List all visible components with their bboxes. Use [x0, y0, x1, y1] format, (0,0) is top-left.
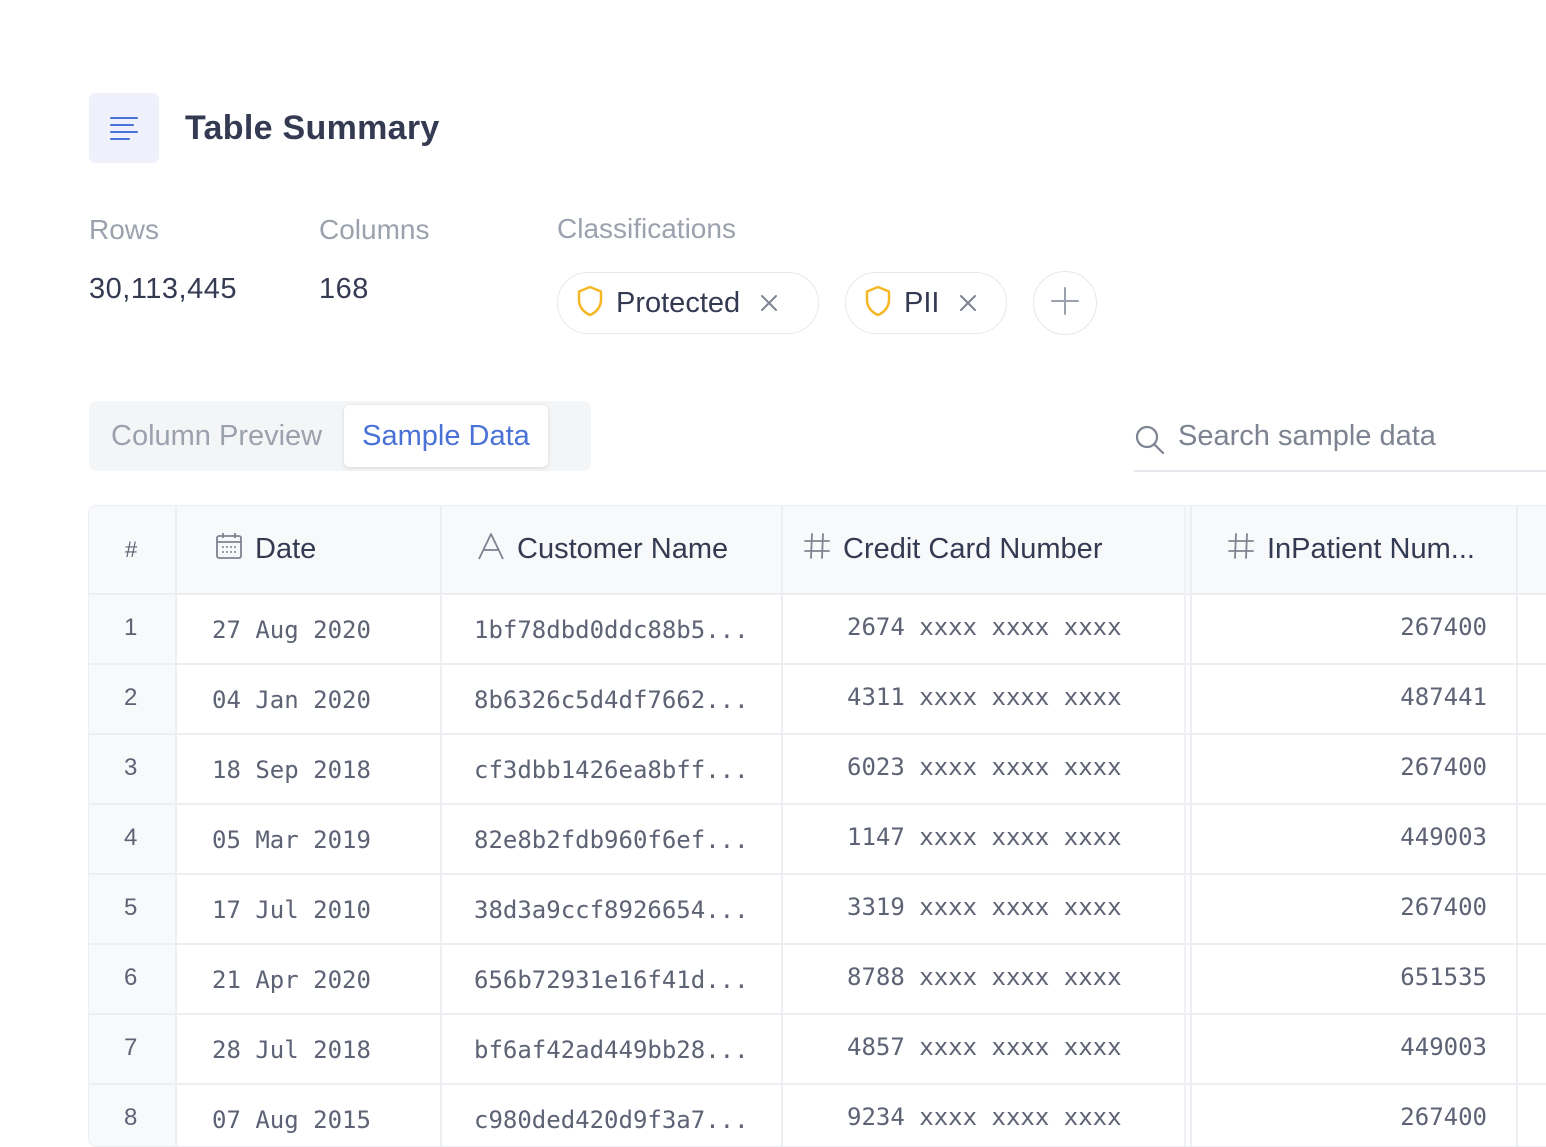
- column-header-inpatient-number[interactable]: InPatient Num...: [1227, 506, 1475, 593]
- customer-name-cell: 38d3a9ccf8926654...: [474, 896, 749, 924]
- sample-data-table: # Date Customer Name Credit Card Number …: [88, 505, 1546, 1147]
- column-divider: [1184, 506, 1186, 1146]
- search-icon: [1134, 424, 1166, 461]
- columns-stat: Columns 168: [319, 214, 429, 306]
- row-number: 8: [124, 1104, 138, 1131]
- inpatient-number-cell: 267400: [1400, 613, 1487, 641]
- credit-card-cell: 1147 xxxx xxxx xxxx: [847, 823, 1122, 851]
- row-number: 1: [124, 614, 138, 641]
- customer-name-cell: 8b6326c5d4df7662...: [474, 686, 749, 714]
- close-icon[interactable]: [760, 294, 778, 312]
- shield-icon: [576, 285, 604, 322]
- chip-label: PII: [904, 286, 940, 319]
- row-number: 7: [124, 1034, 138, 1061]
- row-number: 4: [124, 824, 138, 851]
- column-header-credit-card-number[interactable]: Credit Card Number: [803, 506, 1102, 593]
- add-classification-button[interactable]: [1033, 271, 1097, 335]
- column-header-date[interactable]: Date: [215, 506, 316, 593]
- columns-value: 168: [319, 273, 369, 305]
- date-cell: 21 Apr 2020: [212, 966, 371, 994]
- text-lines-icon: [89, 93, 159, 163]
- classification-chip-pii[interactable]: PII: [845, 272, 1007, 334]
- credit-card-cell: 6023 xxxx xxxx xxxx: [847, 753, 1122, 781]
- credit-card-cell: 4857 xxxx xxxx xxxx: [847, 1033, 1122, 1061]
- tab-column-preview[interactable]: Column Preview: [93, 405, 344, 467]
- column-divider: [440, 506, 442, 1146]
- close-icon[interactable]: [959, 294, 977, 312]
- table-summary-header: Table Summary: [89, 93, 440, 163]
- inpatient-number-cell: 449003: [1400, 1033, 1487, 1061]
- rows-stat: Rows 30,113,445: [89, 214, 237, 306]
- search-box: [1134, 416, 1546, 472]
- inpatient-number-cell: 487441: [1400, 683, 1487, 711]
- customer-name-cell: 82e8b2fdb960f6ef...: [474, 826, 749, 854]
- text-type-icon: [477, 532, 505, 568]
- inpatient-number-cell: 267400: [1400, 893, 1487, 921]
- customer-name-cell: 656b72931e16f41d...: [474, 966, 749, 994]
- column-divider: [1190, 506, 1192, 1146]
- inpatient-number-cell: 651535: [1400, 963, 1487, 991]
- row-number: 5: [124, 894, 138, 921]
- column-header-label: Date: [255, 533, 317, 565]
- credit-card-cell: 9234 xxxx xxxx xxxx: [847, 1103, 1122, 1131]
- search-input[interactable]: [1178, 420, 1518, 453]
- hash-icon: [803, 532, 831, 568]
- credit-card-cell: 8788 xxxx xxxx xxxx: [847, 963, 1122, 991]
- column-divider: [781, 506, 783, 1146]
- inpatient-number-cell: 267400: [1400, 1103, 1487, 1131]
- hash-icon: [1227, 532, 1255, 568]
- date-cell: 17 Jul 2010: [212, 896, 371, 924]
- column-divider: [175, 506, 177, 1146]
- column-header-label: Credit Card Number: [843, 533, 1103, 565]
- date-cell: 28 Jul 2018: [212, 1036, 371, 1064]
- customer-name-cell: c980ded420d9f3a7...: [474, 1106, 749, 1134]
- tab-sample-data[interactable]: Sample Data: [344, 405, 548, 467]
- row-number: 6: [124, 964, 138, 991]
- customer-name-cell: cf3dbb1426ea8bff...: [474, 756, 749, 784]
- credit-card-cell: 3319 xxxx xxxx xxxx: [847, 893, 1122, 921]
- shield-icon: [864, 285, 892, 322]
- classifications-label: Classifications: [557, 213, 736, 244]
- inpatient-number-cell: 267400: [1400, 753, 1487, 781]
- view-tabs: Column Preview Sample Data: [89, 401, 591, 471]
- column-header-label: InPatient Num...: [1267, 533, 1475, 565]
- classifications-section: Classifications Protected PII: [557, 213, 1097, 335]
- column-header-customer-name[interactable]: Customer Name: [477, 506, 728, 593]
- classification-chips: Protected PII: [557, 271, 1097, 335]
- calendar-icon: [215, 532, 243, 568]
- column-divider: [1516, 506, 1518, 1146]
- date-cell: 07 Aug 2015: [212, 1106, 371, 1134]
- credit-card-cell: 2674 xxxx xxxx xxxx: [847, 613, 1122, 641]
- customer-name-cell: bf6af42ad449bb28...: [474, 1036, 749, 1064]
- date-cell: 27 Aug 2020: [212, 616, 371, 644]
- date-cell: 18 Sep 2018: [212, 756, 371, 784]
- inpatient-number-cell: 449003: [1400, 823, 1487, 851]
- date-cell: 04 Jan 2020: [212, 686, 371, 714]
- rows-label: Rows: [89, 214, 160, 245]
- column-header-index: #: [125, 536, 138, 562]
- row-number: 2: [124, 684, 138, 711]
- rows-value: 30,113,445: [89, 273, 237, 305]
- columns-label: Columns: [319, 214, 430, 245]
- plus-icon: [1050, 286, 1080, 321]
- date-cell: 05 Mar 2019: [212, 826, 371, 854]
- customer-name-cell: 1bf78dbd0ddc88b5...: [474, 616, 749, 644]
- page-title: Table Summary: [185, 108, 440, 147]
- credit-card-cell: 4311 xxxx xxxx xxxx: [847, 683, 1122, 711]
- classification-chip-protected[interactable]: Protected: [557, 272, 819, 334]
- chip-label: Protected: [616, 286, 741, 319]
- column-header-label: Customer Name: [517, 533, 729, 565]
- row-number: 3: [124, 754, 138, 781]
